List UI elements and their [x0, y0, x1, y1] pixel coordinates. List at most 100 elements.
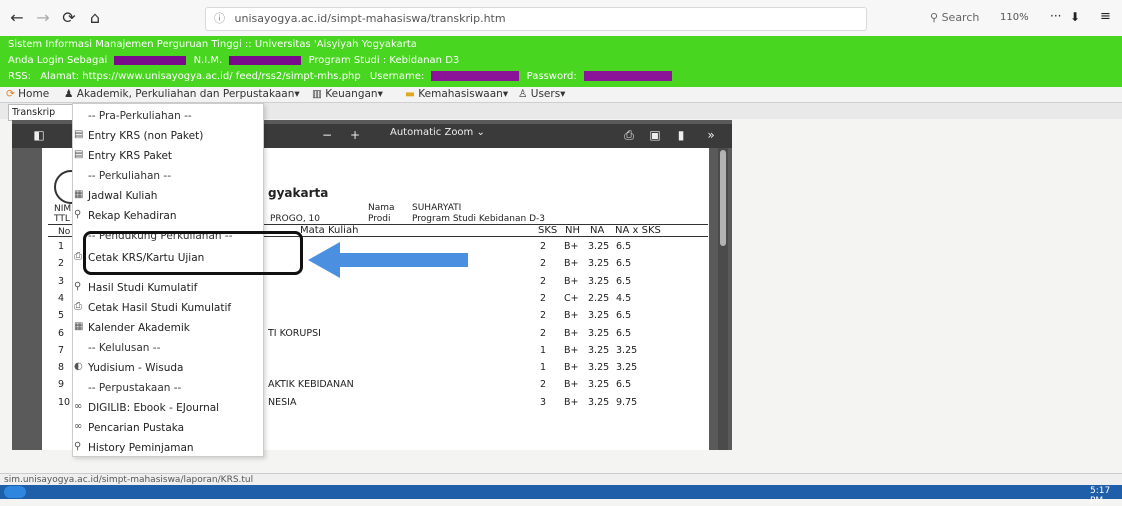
menu-icon[interactable]: ≡ — [1100, 9, 1111, 24]
menu-item[interactable]: ▦ Jadwal Kuliah — [74, 186, 258, 206]
more-icon[interactable]: ··· — [1050, 9, 1061, 23]
menu-section-header: -- Perkuliahan -- — [88, 166, 258, 186]
password-label: Password: — [526, 71, 577, 82]
doc-nim-label: NIM — [54, 204, 72, 214]
row-nasks: 6.5 — [616, 241, 632, 252]
search-icon: ⚲ — [74, 209, 82, 220]
zoom-in-button[interactable]: + — [346, 126, 364, 144]
doc-prodi-value: Program Studi Kebidanan D-3 — [412, 214, 545, 224]
chevron-down-icon: ▾ — [377, 88, 383, 100]
nav-users[interactable]: ♙ Users▾ — [518, 88, 565, 100]
redacted-username — [431, 71, 520, 81]
row-na: 3.25 — [588, 310, 610, 321]
row-sks: 2 — [540, 379, 547, 390]
downloads-icon[interactable]: ⬇ — [1070, 10, 1080, 24]
menu-item-label: Rekap Kehadiran — [88, 210, 177, 222]
row-sks: 2 — [540, 328, 547, 339]
row-na: 3.25 — [588, 379, 610, 390]
highlight-box — [83, 231, 303, 275]
tab-transkrip[interactable]: Transkrip — [8, 104, 73, 121]
row-no: 9 — [58, 379, 65, 390]
menu-item[interactable]: ▤ Entry KRS Paket — [74, 146, 258, 166]
calendar-icon: ▦ — [74, 321, 84, 332]
nav-kemahasiswaan[interactable]: ▬ Kemahasiswaan▾ — [405, 88, 508, 100]
zoom-select[interactable]: Automatic Zoom ⌄ — [390, 127, 485, 138]
row-nasks: 6.5 — [616, 328, 632, 339]
menu-item-label: -- Perpustakaan -- — [88, 382, 182, 394]
status-url: sim.unisayogya.ac.id/simpt-mahasiswa/lap… — [4, 475, 254, 485]
doc-nama-value: SUHARYATI — [412, 203, 462, 213]
print-icon[interactable]: ⎙ — [620, 126, 638, 144]
row-nasks: 6.5 — [616, 258, 632, 269]
menu-item[interactable]: ∞ DIGILIB: Ebook - EJournal — [74, 398, 258, 418]
menu-item[interactable]: ⚲ Hasil Studi Kumulatif — [74, 278, 258, 298]
nav-users-label: Users — [530, 88, 561, 100]
url-bar[interactable]: ⓘ unisayogya.ac.id/simpt-mahasiswa/trans… — [205, 7, 867, 31]
th-nh: NH — [565, 225, 580, 236]
menu-item-label: Kalender Akademik — [88, 322, 190, 334]
menu-item[interactable]: ◐ Yudisium - Wisuda — [74, 358, 258, 378]
binoculars-icon: ∞ — [74, 401, 83, 412]
redacted-nim — [229, 55, 302, 65]
nav-home[interactable]: ⟳ Home — [6, 88, 49, 100]
row-nasks: 4.5 — [616, 293, 632, 304]
krs-icon: ▤ — [74, 149, 84, 160]
row-sks: 2 — [540, 258, 547, 269]
row-sks: 2 — [540, 241, 547, 252]
tools-icon[interactable]: » — [702, 126, 720, 144]
row-nh: B+ — [564, 241, 579, 252]
row-nasks: 9.75 — [616, 397, 638, 408]
row-no: 8 — [58, 362, 65, 373]
forward-button[interactable]: → — [32, 8, 54, 28]
home-button[interactable]: ⌂ — [84, 8, 106, 28]
chevron-down-icon: ▾ — [294, 88, 300, 100]
zoom-out-button[interactable]: − — [318, 126, 336, 144]
menu-item-label: Yudisium - Wisuda — [88, 362, 184, 374]
row-sks: 1 — [540, 345, 547, 356]
binoculars-icon: ∞ — [74, 421, 83, 432]
th-mata-kuliah: Mata Kuliah — [300, 225, 359, 236]
rss-label: RSS: — [8, 71, 32, 82]
row-no: 3 — [58, 276, 65, 287]
menu-item-label: Entry KRS Paket — [88, 150, 173, 162]
row-no: 1 — [58, 241, 65, 252]
row-na: 3.25 — [588, 362, 610, 373]
menu-item[interactable]: ⎙ Cetak Hasil Studi Kumulatif — [74, 298, 258, 318]
menu-item[interactable]: ▦ Kalender Akademik — [74, 318, 258, 338]
start-button[interactable] — [4, 486, 26, 498]
row-sks: 1 — [540, 362, 547, 373]
nav-kemahasiswaan-label: Kemahasiswaan — [418, 88, 503, 100]
row-na: 2.25 — [588, 293, 610, 304]
rss-link[interactable]: Alamat: https://www.unisayogya.ac.id/ fe… — [40, 71, 361, 82]
search-placeholder: Search — [941, 11, 980, 24]
row-nh: B+ — [564, 310, 579, 321]
row-na: 3.25 — [588, 397, 610, 408]
bookmark-icon[interactable]: ▮ — [672, 126, 690, 144]
menu-item[interactable]: ▤ Entry KRS (non Paket) — [74, 126, 258, 146]
sidebar-toggle-icon[interactable]: ◧ — [30, 126, 48, 144]
menu-item[interactable]: ⚲ Rekap Kehadiran — [74, 206, 258, 226]
menu-item-label: Jadwal Kuliah — [88, 190, 158, 202]
menu-item[interactable]: ⚲ History Peminjaman — [74, 438, 258, 458]
search-field[interactable]: ⚲ Search — [930, 7, 1008, 29]
row-nasks: 6.5 — [616, 310, 632, 321]
lock-icon: ⓘ — [214, 12, 225, 25]
row-sks: 3 — [540, 397, 547, 408]
nav-keuangan[interactable]: ▥ Keuangan▾ — [312, 88, 383, 100]
pdf-scroll-thumb[interactable] — [720, 150, 726, 246]
clock: 5:17 PM — [1090, 486, 1111, 506]
row-na: 3.25 — [588, 345, 610, 356]
save-icon[interactable]: ▣ — [646, 126, 664, 144]
menu-item-label: Hasil Studi Kumulatif — [88, 282, 198, 294]
menu-section-header: -- Kelulusan -- — [88, 338, 258, 358]
krs-icon: ▤ — [74, 129, 84, 140]
reload-button[interactable]: ⟳ — [58, 8, 80, 28]
row-no: 7 — [58, 345, 65, 356]
nav-akademik[interactable]: ♟ Akademik, Perkuliahan dan Perpustakaan… — [64, 88, 300, 100]
menu-item[interactable]: ∞ Pencarian Pustaka — [74, 418, 258, 438]
username-label: Username: — [369, 71, 425, 82]
menu-item-label: Cetak Hasil Studi Kumulatif — [88, 302, 232, 314]
row-no: 5 — [58, 310, 65, 321]
back-button[interactable]: ← — [6, 8, 28, 28]
redacted-name — [114, 55, 187, 65]
